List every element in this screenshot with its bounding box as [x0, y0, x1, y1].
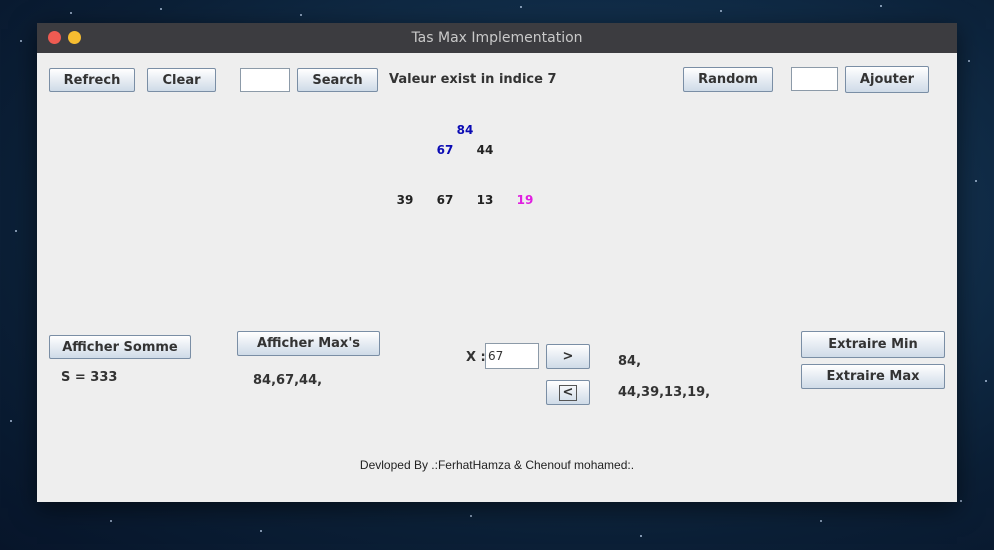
search-input[interactable] [240, 68, 290, 92]
heap-node-level2-2: 13 [476, 193, 494, 207]
star [960, 500, 962, 502]
star [260, 530, 262, 532]
star [10, 420, 12, 422]
star [720, 10, 722, 12]
search-button[interactable]: Search [297, 68, 378, 92]
sum-result: S = 333 [61, 370, 118, 385]
star [640, 535, 642, 537]
app-window: Tas Max Implementation Refrech Clear Sea… [37, 23, 957, 502]
heap-node-level2-3: 19 [516, 193, 534, 207]
star [470, 515, 472, 517]
credits-text: Devloped By .:FerhatHamza & Chenouf moha… [359, 458, 635, 472]
x-input[interactable]: 67 [485, 343, 539, 369]
heap-node-root: 84 [456, 123, 474, 137]
extract-min-button[interactable]: Extraire Min [801, 331, 945, 358]
star [820, 520, 822, 522]
star [300, 14, 302, 16]
maxs-result: 84,67,44, [253, 373, 323, 388]
star [975, 180, 977, 182]
star [110, 520, 112, 522]
clear-button[interactable]: Clear [147, 68, 216, 92]
extract-max-button[interactable]: Extraire Max [801, 364, 945, 389]
star [15, 230, 17, 232]
show-maxs-button[interactable]: Afficher Max's [237, 331, 380, 356]
star [968, 60, 970, 62]
less-button[interactable]: < [546, 380, 590, 405]
refresh-button[interactable]: Refrech [49, 68, 135, 92]
heap-node-level1-1: 44 [476, 143, 494, 157]
heap-node-level2-0: 39 [396, 193, 414, 207]
greater-result: 84, [618, 354, 642, 369]
star [20, 40, 22, 42]
heap-node-level2-1: 67 [436, 193, 454, 207]
add-value-input[interactable] [791, 67, 838, 91]
star [880, 5, 882, 7]
less-result: 44,39,13,19, [618, 385, 711, 400]
random-button[interactable]: Random [683, 67, 773, 92]
less-button-label: < [558, 384, 578, 401]
window-title: Tas Max Implementation [411, 30, 583, 46]
greater-button[interactable]: > [546, 344, 590, 369]
star [985, 380, 987, 382]
star [160, 8, 162, 10]
star [70, 12, 72, 14]
add-button[interactable]: Ajouter [845, 66, 929, 93]
title-bar[interactable]: Tas Max Implementation [37, 23, 957, 53]
search-status: Valeur exist in indice 7 [389, 72, 557, 87]
star [520, 6, 522, 8]
show-sum-button[interactable]: Afficher Somme [49, 335, 191, 359]
x-label: X : [466, 350, 486, 365]
main-panel: Refrech Clear Search Valeur exist in ind… [37, 53, 957, 502]
heap-node-level1-0: 67 [436, 143, 454, 157]
